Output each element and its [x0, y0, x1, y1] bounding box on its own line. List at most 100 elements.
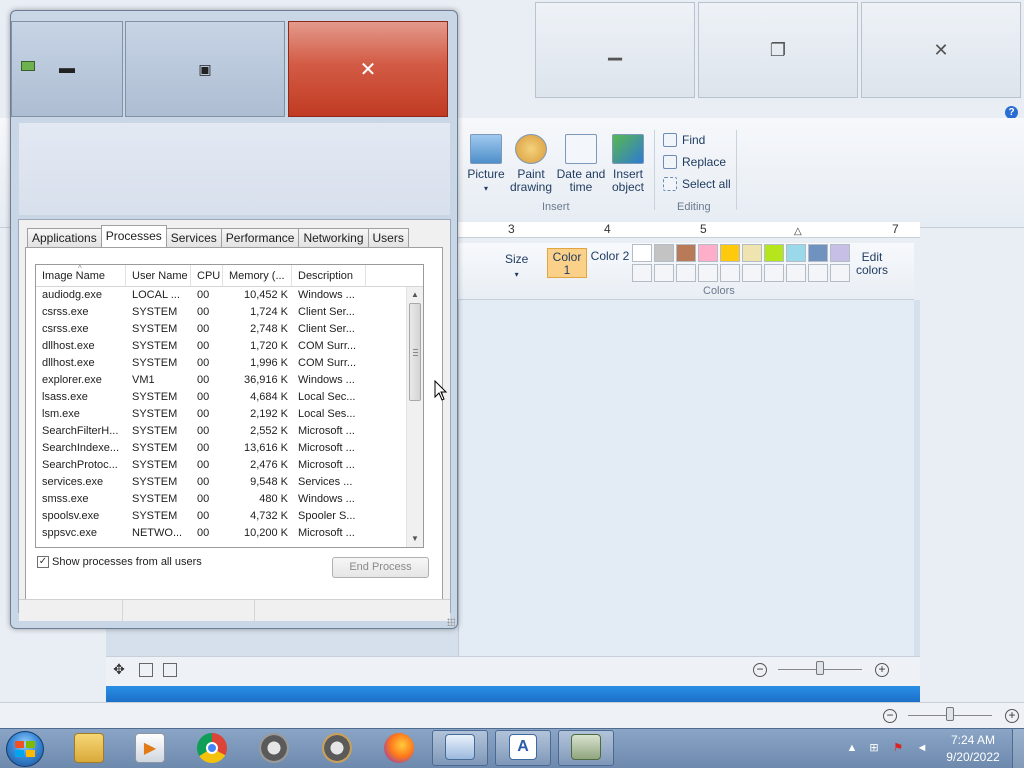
zoom-slider-thumb[interactable] — [816, 661, 824, 675]
bg-close-button[interactable]: ✕ — [861, 2, 1021, 98]
edit-colors-button[interactable]: Edit colors — [852, 251, 892, 277]
find-button[interactable]: Find — [663, 133, 705, 147]
empty-color-swatch[interactable] — [654, 264, 674, 282]
color2-button[interactable]: Color 2 — [590, 248, 630, 278]
color-swatch[interactable] — [632, 244, 652, 262]
color-swatch[interactable] — [786, 244, 806, 262]
zoom-in-icon[interactable]: + — [875, 663, 889, 677]
picture-button[interactable]: Picture ▾ — [466, 134, 506, 195]
column-cpu[interactable]: CPU — [191, 265, 223, 286]
cell-user: SYSTEM — [132, 442, 178, 454]
end-process-button[interactable]: End Process — [332, 557, 429, 578]
color-swatch[interactable] — [654, 244, 674, 262]
tab-services[interactable]: Services — [165, 228, 222, 247]
color-swatch[interactable] — [698, 244, 718, 262]
insert-object-button[interactable]: Insert object — [608, 134, 648, 194]
chrome-icon[interactable] — [197, 733, 227, 763]
table-row[interactable]: smss.exe SYSTEM 00 480 K Windows ... — [36, 491, 423, 508]
table-row[interactable]: audiodg.exe LOCAL ... 00 10,452 K Windows ..… — [36, 287, 423, 304]
indent-marker-icon[interactable]: △ — [794, 226, 802, 237]
ruler: 3 4 5 △ 7 — [458, 222, 920, 238]
clock-date[interactable]: 9/20/2022 — [940, 750, 1006, 764]
show-desktop-button[interactable] — [1012, 729, 1024, 768]
color-swatch[interactable] — [830, 244, 850, 262]
empty-color-swatch[interactable] — [808, 264, 828, 282]
wordpad-zoom-out-icon[interactable]: − — [883, 709, 897, 723]
column-memory[interactable]: Memory (... — [223, 265, 292, 286]
raccoon-app-2-icon[interactable] — [322, 733, 352, 763]
paint-canvas[interactable] — [458, 300, 914, 656]
show-all-users-checkbox[interactable]: ✓ Show processes from all users — [37, 556, 202, 568]
checkbox-check-icon[interactable]: ✓ — [37, 556, 49, 568]
clock-time[interactable]: 7:24 AM — [940, 733, 1006, 747]
chrome-center-icon — [206, 742, 218, 754]
bg-restore-button[interactable]: ❐ — [698, 2, 858, 98]
file-explorer-icon[interactable] — [74, 733, 104, 763]
tab-processes[interactable]: Processes — [100, 225, 167, 247]
table-row[interactable]: SearchFilterH... SYSTEM 00 2,552 K Microsoft… — [36, 423, 423, 440]
scroll-thumb[interactable] — [409, 303, 421, 401]
column-image-name[interactable]: ^ Image Name — [36, 265, 126, 286]
color-swatch[interactable] — [764, 244, 784, 262]
close-button[interactable]: ✕ — [288, 21, 448, 117]
table-row[interactable]: dllhost.exe SYSTEM 00 1,720 K COM Surr... — [36, 338, 423, 355]
paint-drawing-button[interactable]: Paint drawing — [508, 134, 554, 194]
table-row[interactable]: explorer.exe VM1 00 36,916 K Windows ... — [36, 372, 423, 389]
cell-cpu: 00 — [197, 510, 210, 522]
color-swatch[interactable] — [676, 244, 696, 262]
table-row[interactable]: SearchIndexe... SYSTEM 00 13,616 K Microsoft… — [36, 440, 423, 457]
table-row[interactable]: lsm.exe SYSTEM 00 2,192 K Local Ses... — [36, 406, 423, 423]
grip-icon — [413, 349, 418, 356]
empty-color-swatch[interactable] — [764, 264, 784, 282]
color1-button[interactable]: Color 1 — [547, 248, 587, 278]
resize-grip[interactable] — [447, 618, 455, 626]
table-row[interactable]: SearchProtoc... SYSTEM 00 2,476 K Microsoft … — [36, 457, 423, 474]
action-center-flag-icon[interactable]: ⚑ — [891, 741, 905, 755]
empty-color-swatch[interactable] — [742, 264, 762, 282]
select-all-button[interactable]: Select all — [663, 177, 731, 191]
tray-expand-icon[interactable]: ▲ — [845, 741, 859, 755]
empty-color-swatch[interactable] — [830, 264, 850, 282]
bg-minimize-button[interactable]: ▁ — [535, 2, 695, 98]
empty-color-swatch[interactable] — [786, 264, 806, 282]
firefox-icon[interactable] — [384, 733, 414, 763]
column-user-name[interactable]: User Name — [126, 265, 191, 286]
vertical-scrollbar[interactable]: ▲ ▼ — [406, 287, 423, 547]
process-list[interactable]: ^ Image Name User Name CPU Memory (... De… — [35, 264, 424, 548]
table-row[interactable]: dllhost.exe SYSTEM 00 1,996 K COM Surr... — [36, 355, 423, 372]
replace-button[interactable]: Replace — [663, 155, 726, 169]
tab-users[interactable]: Users — [367, 228, 409, 247]
empty-color-swatch[interactable] — [720, 264, 740, 282]
color-swatch[interactable] — [720, 244, 740, 262]
sort-ascending-icon: ^ — [78, 265, 82, 273]
date-time-button[interactable]: Date and time — [556, 134, 606, 194]
size-button[interactable]: Size ▾ — [505, 252, 528, 280]
tab-networking[interactable]: Networking — [298, 228, 369, 247]
raccoon-app-icon[interactable] — [259, 733, 289, 763]
color-swatch[interactable] — [808, 244, 828, 262]
table-row[interactable]: sppsvc.exe NETWO... 00 10,200 K Microsoft ..… — [36, 525, 423, 542]
table-row[interactable]: csrss.exe SYSTEM 00 1,724 K Client Ser... — [36, 304, 423, 321]
zoom-out-icon[interactable]: − — [753, 663, 767, 677]
table-row[interactable]: csrss.exe SYSTEM 00 2,748 K Client Ser... — [36, 321, 423, 338]
table-row[interactable]: services.exe SYSTEM 00 9,548 K Services ... — [36, 474, 423, 491]
empty-color-swatch[interactable] — [676, 264, 696, 282]
color-swatch[interactable] — [742, 244, 762, 262]
wordpad-icon: A — [509, 734, 537, 760]
tab-performance[interactable]: Performance — [220, 228, 300, 247]
tab-applications[interactable]: Applications — [27, 228, 102, 247]
table-row[interactable]: spoolsv.exe SYSTEM 00 4,732 K Spooler S... — [36, 508, 423, 525]
scroll-up-icon[interactable]: ▲ — [407, 287, 423, 303]
wordpad-zoom-in-icon[interactable]: + — [1005, 709, 1019, 723]
scroll-down-icon[interactable]: ▼ — [407, 531, 423, 547]
empty-color-swatch[interactable] — [632, 264, 652, 282]
empty-color-swatch[interactable] — [698, 264, 718, 282]
column-description[interactable]: Description — [292, 265, 366, 286]
maximize-button[interactable]: ▣ — [125, 21, 285, 117]
cell-cpu: 00 — [197, 340, 210, 352]
table-row[interactable]: lsass.exe SYSTEM 00 4,684 K Local Sec... — [36, 389, 423, 406]
wordpad-zoom-thumb[interactable] — [946, 707, 954, 721]
media-player-icon[interactable]: ▶ — [135, 733, 165, 763]
network-icon[interactable]: ⊞ — [867, 741, 881, 755]
volume-icon[interactable]: ◄ — [915, 741, 929, 755]
